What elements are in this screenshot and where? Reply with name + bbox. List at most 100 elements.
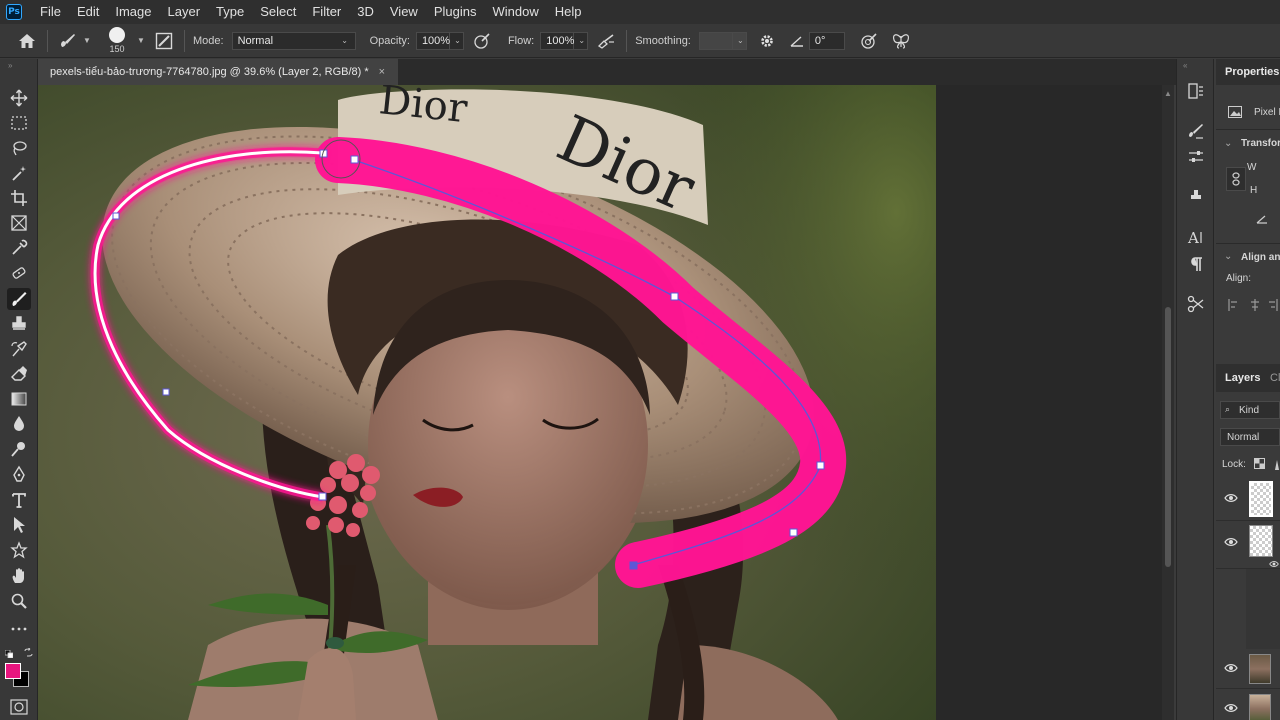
more-tools-icon[interactable] [7, 618, 31, 640]
photoshop-logo-icon[interactable]: Ps [6, 4, 22, 20]
collapse-icon[interactable]: » [8, 61, 12, 70]
document-tab[interactable]: pexels-tiểu-bảo-trương-7764780.jpg @ 39.… [38, 59, 398, 85]
properties-tab[interactable]: Properties [1225, 66, 1279, 78]
gear-icon[interactable] [755, 29, 779, 53]
menu-3d[interactable]: 3D [349, 0, 382, 24]
eye-icon[interactable] [1268, 559, 1280, 569]
blur-tool-icon[interactable] [7, 413, 31, 435]
path-selection-tool-icon[interactable] [7, 514, 31, 536]
history-brush-tool-icon[interactable] [7, 338, 31, 360]
align-section-label[interactable]: Align an [1241, 252, 1280, 263]
healing-brush-tool-icon[interactable] [7, 262, 31, 284]
menu-plugins[interactable]: Plugins [426, 0, 485, 24]
layer-blend-mode-select[interactable]: Normal [1220, 428, 1280, 446]
scroll-up-icon[interactable]: ▲ [1164, 89, 1172, 98]
marquee-tool-icon[interactable] [7, 112, 31, 134]
layers-tab[interactable]: Layers [1225, 372, 1260, 384]
menu-help[interactable]: Help [547, 0, 590, 24]
anchor-point[interactable] [670, 292, 679, 301]
eyedropper-tool-icon[interactable] [7, 237, 31, 259]
menu-edit[interactable]: Edit [69, 0, 107, 24]
anchor-point[interactable] [318, 492, 327, 501]
tools-scissors-panel-icon[interactable] [1184, 292, 1208, 316]
anchor-point[interactable] [162, 388, 170, 396]
history-panel-icon[interactable] [1184, 79, 1208, 103]
paragraph-panel-icon[interactable] [1184, 252, 1208, 276]
link-icon[interactable] [1226, 167, 1246, 191]
zoom-tool-icon[interactable] [7, 590, 31, 612]
close-icon[interactable]: × [379, 66, 385, 78]
chevron-down-icon[interactable]: ▼ [136, 36, 146, 46]
brush-size-picker[interactable]: 150 [100, 27, 134, 54]
default-colors-icon[interactable] [4, 647, 14, 659]
layer-row-layer-1[interactable] [1216, 521, 1280, 569]
menu-file[interactable]: File [32, 0, 69, 24]
chevron-down-icon[interactable]: ▼ [82, 36, 92, 46]
anchor-point-selected[interactable] [629, 561, 638, 570]
channels-tab[interactable]: Cl [1270, 372, 1280, 384]
dodge-tool-icon[interactable] [7, 438, 31, 460]
anchor-point[interactable] [112, 212, 120, 220]
menu-window[interactable]: Window [484, 0, 546, 24]
type-tool-icon[interactable] [7, 489, 31, 511]
symmetry-butterfly-icon[interactable] [889, 29, 913, 53]
menu-select[interactable]: Select [252, 0, 304, 24]
adjustments-panel-icon[interactable] [1184, 145, 1208, 169]
magic-wand-tool-icon[interactable] [7, 162, 31, 184]
layer-row-layer-2[interactable] [1216, 477, 1280, 521]
eye-icon[interactable] [1224, 701, 1238, 715]
frame-tool-icon[interactable] [7, 212, 31, 234]
angle-input[interactable]: 0° [808, 31, 845, 50]
document-canvas[interactable]: Dior Dior [38, 85, 1162, 720]
foreground-color-swatch[interactable] [5, 663, 21, 679]
mode-select[interactable]: Normal ⌄ [231, 31, 356, 50]
anchor-point[interactable] [789, 528, 798, 537]
transform-section-label[interactable]: Transfor [1241, 138, 1280, 149]
collapse-icon[interactable]: « [1183, 61, 1187, 70]
crop-tool-icon[interactable] [7, 187, 31, 209]
vertical-scrollbar[interactable]: ▲ [1162, 85, 1174, 720]
brush-settings-icon[interactable] [152, 29, 176, 53]
menu-layer[interactable]: Layer [160, 0, 209, 24]
menu-image[interactable]: Image [107, 0, 159, 24]
align-buttons[interactable] [1228, 299, 1278, 311]
lock-pixels-icon[interactable] [1274, 459, 1280, 470]
lock-transparent-icon[interactable] [1254, 458, 1265, 469]
eye-icon[interactable] [1224, 491, 1238, 505]
flow-input[interactable]: 100% [540, 31, 574, 50]
airbrush-icon[interactable] [594, 29, 618, 53]
canvas-area[interactable]: Dior Dior [38, 85, 1162, 720]
menu-view[interactable]: View [382, 0, 426, 24]
scrollbar-thumb[interactable] [1165, 307, 1171, 567]
pen-tool-icon[interactable] [7, 463, 31, 485]
clone-stamp-tool-icon[interactable] [7, 313, 31, 335]
move-tool-icon[interactable] [7, 87, 31, 109]
eye-icon[interactable] [1224, 661, 1238, 675]
home-icon[interactable] [15, 29, 39, 53]
lasso-tool-icon[interactable] [7, 137, 31, 159]
menu-filter[interactable]: Filter [304, 0, 349, 24]
chevron-down-icon[interactable]: ⌄ [1224, 138, 1232, 149]
anchor-point[interactable] [350, 155, 359, 164]
layer-row-background[interactable] [1216, 689, 1280, 720]
pressure-opacity-icon[interactable] [470, 29, 494, 53]
opacity-input[interactable]: 100% [415, 31, 450, 50]
brush-preset-icon[interactable] [56, 29, 80, 53]
character-panel-icon[interactable]: A [1184, 225, 1208, 249]
layer-filter-search[interactable]: ⌕ Kind [1220, 401, 1280, 419]
custom-shape-tool-icon[interactable] [7, 539, 31, 561]
eye-icon[interactable] [1224, 535, 1238, 549]
brush-tool-icon[interactable] [7, 288, 31, 310]
smoothing-dropdown[interactable]: ⌄ [732, 31, 747, 50]
hand-tool-icon[interactable] [7, 565, 31, 587]
layer-row-photo-copy[interactable] [1216, 649, 1280, 689]
eraser-tool-icon[interactable] [7, 363, 31, 385]
pressure-size-icon[interactable] [857, 29, 881, 53]
brush-settings-panel-icon[interactable] [1184, 119, 1208, 143]
clone-source-panel-icon[interactable] [1184, 185, 1208, 209]
opacity-dropdown[interactable]: ⌄ [449, 31, 464, 50]
chevron-down-icon[interactable]: ⌄ [1224, 251, 1232, 262]
gradient-tool-icon[interactable] [7, 388, 31, 410]
smoothing-input[interactable] [698, 31, 733, 50]
flow-dropdown[interactable]: ⌄ [574, 31, 589, 50]
